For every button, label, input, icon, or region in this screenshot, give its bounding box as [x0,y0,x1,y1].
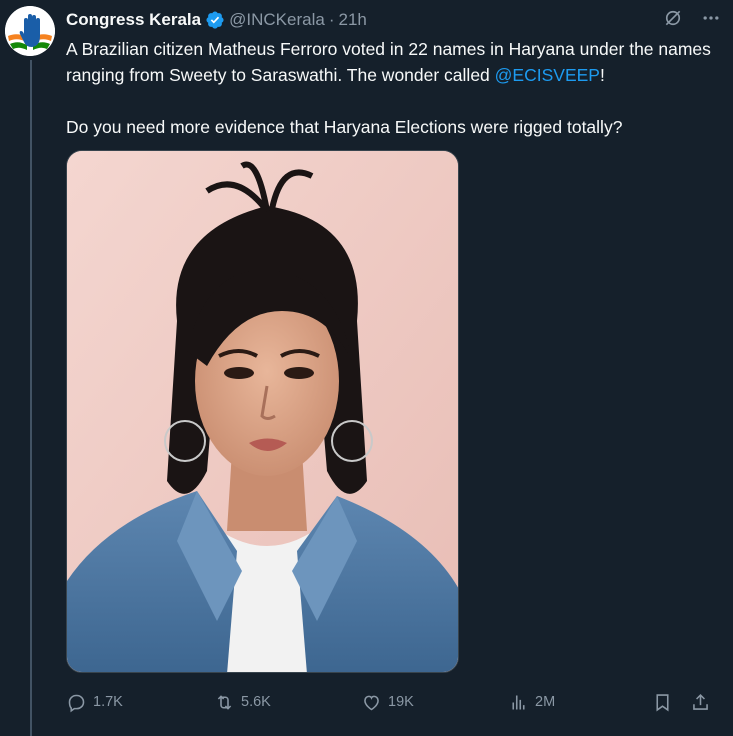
tweet-text-part: A Brazilian citizen Matheus Ferroro vote… [66,39,711,85]
share-icon [693,693,708,710]
repost-count: 5.6K [241,694,271,710]
display-name[interactable]: Congress Kerala [66,8,201,32]
thread-line [30,60,32,736]
verified-badge-icon[interactable] [205,10,225,30]
tweet-paragraph-2: Do you need more evidence that Haryana E… [66,117,623,137]
tweet-actions: 1.7K 5.6K 19K 2M [66,689,716,715]
header-actions [663,8,721,28]
views-icon [512,695,525,709]
separator-dot: · [328,10,335,29]
congress-logo [5,6,55,56]
like-button[interactable]: 19K [361,689,414,715]
bookmark-button[interactable] [652,689,673,715]
mention-link[interactable]: @ECISVEEP [495,65,600,85]
tweet-media-photo[interactable] [66,150,459,673]
reply-button[interactable]: 1.7K [66,689,123,715]
tweet-text: A Brazilian citizen Matheus Ferroro vote… [66,36,716,140]
author-handle[interactable]: @INCKerala [229,8,325,32]
tweet-header: Congress Kerala @INCKerala · 21h [66,8,721,32]
like-count: 19K [388,694,414,710]
bookmark-icon [656,693,669,711]
views-count: 2M [535,694,556,710]
grok-icon[interactable] [663,8,683,28]
tweet[interactable]: Congress Kerala @INCKerala · 21h A Brazi… [0,0,733,736]
like-icon [364,695,379,710]
timestamp[interactable]: 21h [338,8,366,32]
reply-icon [68,694,85,712]
reply-count: 1.7K [93,694,123,710]
share-button[interactable] [690,689,711,715]
repost-button[interactable]: 5.6K [214,689,271,715]
views-button[interactable]: 2M [508,689,555,715]
repost-icon [217,694,232,710]
avatar[interactable] [5,6,55,56]
tweet-paragraph-1: A Brazilian citizen Matheus Ferroro vote… [66,36,716,88]
more-icon[interactable] [701,8,721,28]
portrait-photo [67,151,458,672]
tweet-text-part: ! [599,65,605,85]
